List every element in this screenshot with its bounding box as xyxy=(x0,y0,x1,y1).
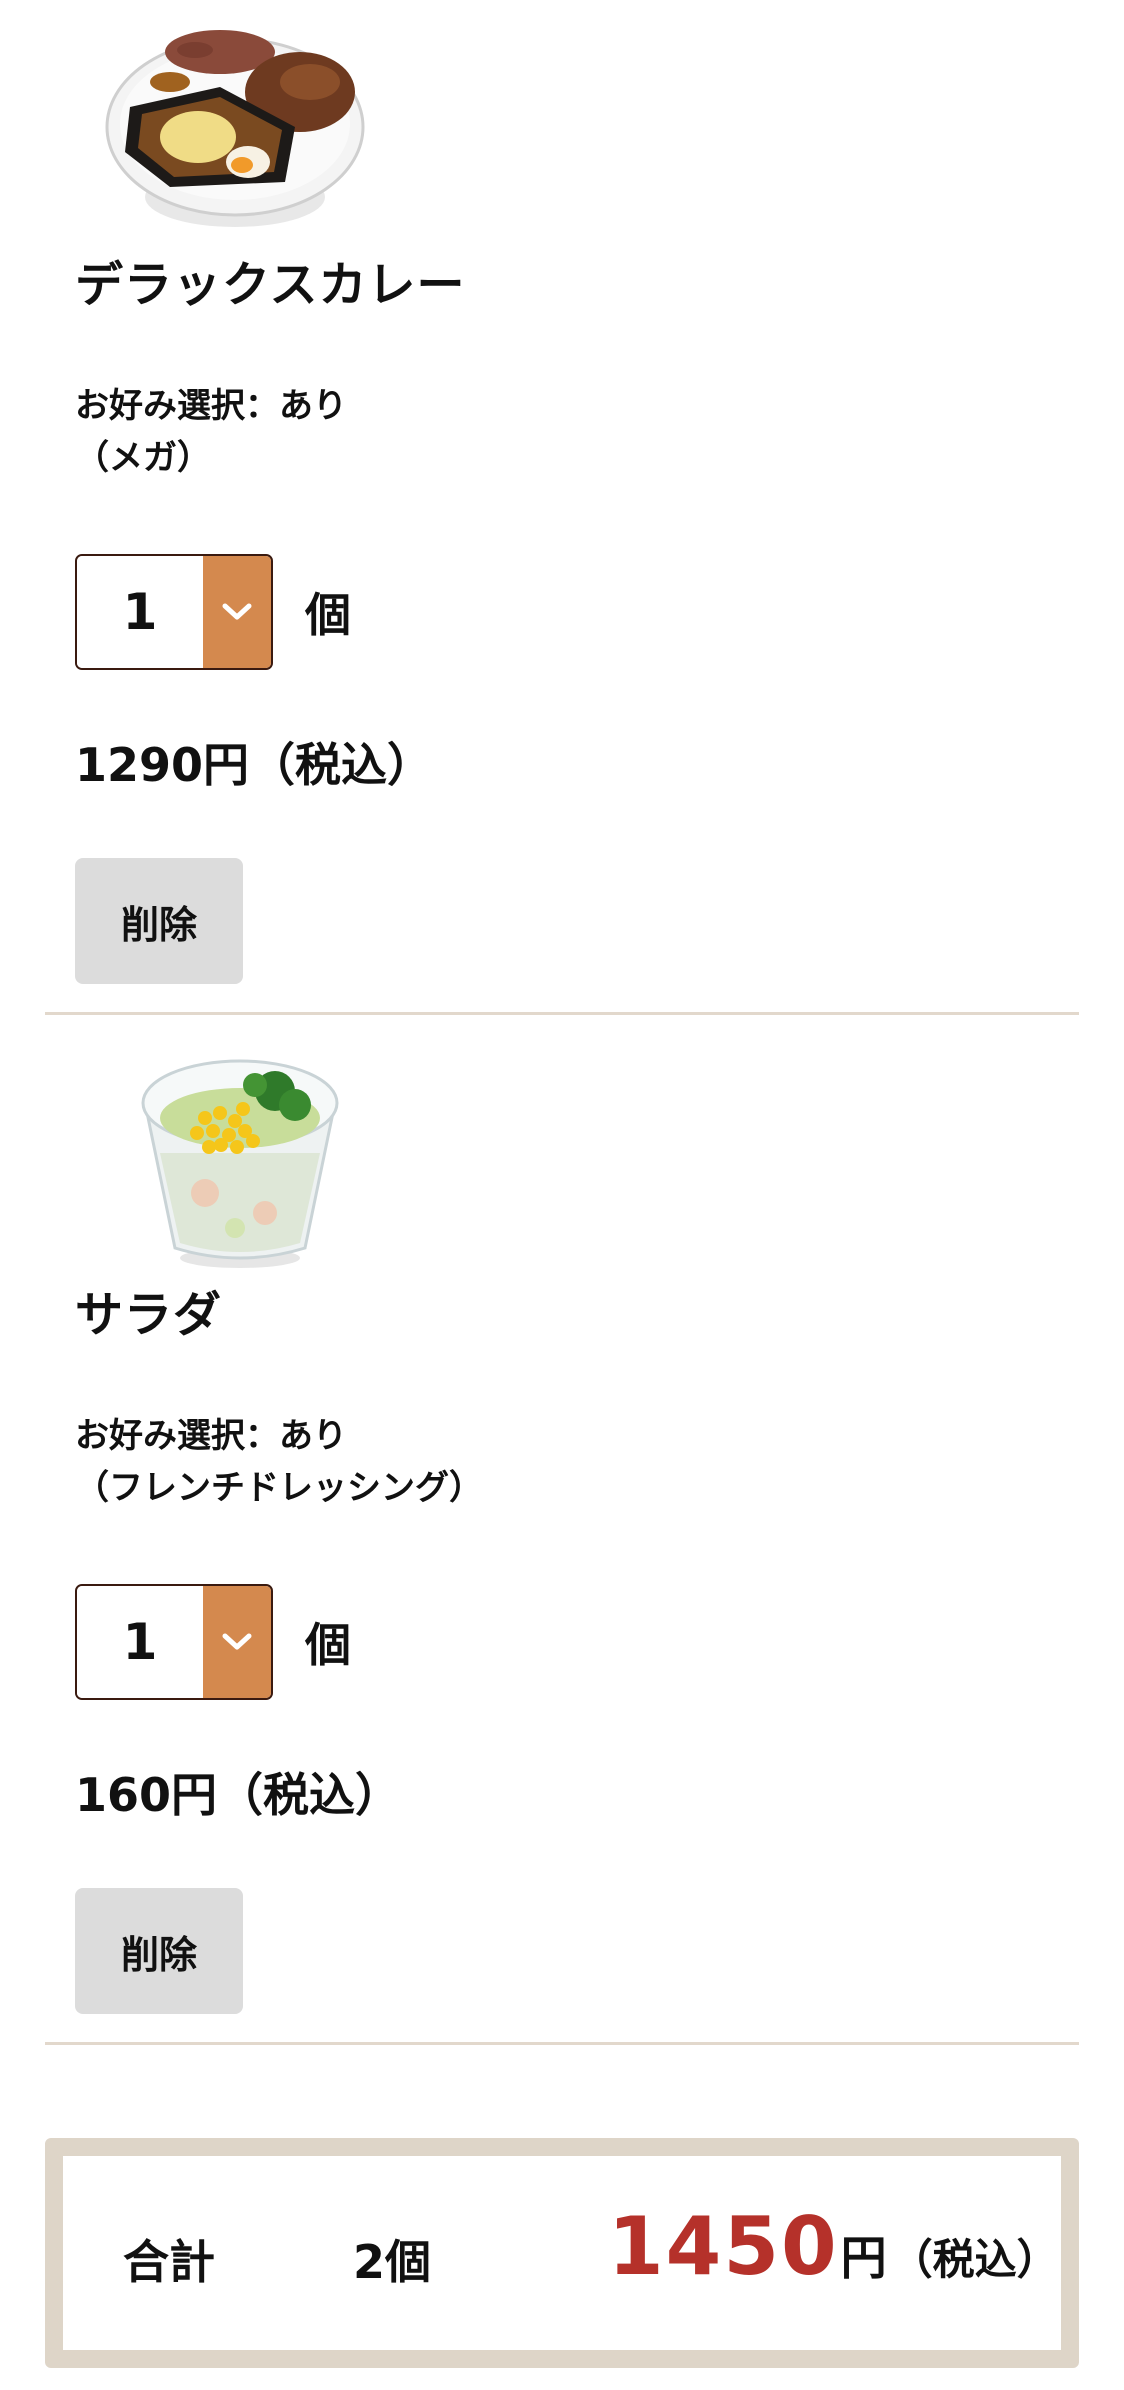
chevron-down-icon[interactable] xyxy=(203,1586,271,1698)
quantity-row: 1 個 xyxy=(75,552,351,672)
chevron-down-icon[interactable] xyxy=(203,556,271,668)
total-yen: 円 xyxy=(840,2231,887,2285)
quantity-select[interactable]: 1 xyxy=(75,1584,273,1700)
item-name: サラダ xyxy=(75,1287,223,1343)
quantity-unit: 個 xyxy=(305,588,351,642)
total-amount: 1450 xyxy=(608,2200,839,2293)
total-price: 1450 円 （税込） xyxy=(608,2200,1059,2293)
delete-button[interactable]: 削除 xyxy=(75,1888,243,2014)
delete-button[interactable]: 削除 xyxy=(75,858,243,984)
option-selection: お好み選択：あり xyxy=(75,386,347,426)
salad-cup-image xyxy=(141,1059,339,1268)
item-price: 160円（税込） xyxy=(75,1768,402,1822)
option-value: （メガ） xyxy=(75,438,211,478)
quantity-value: 1 xyxy=(77,1586,203,1698)
total-count: 2個 xyxy=(353,2235,432,2289)
cart-item: デラックスカレー お好み選択：あり （メガ） 1 個 1290円（税込） 削除 xyxy=(45,0,1079,1015)
item-options: お好み選択：あり （フレンチドレッシング） xyxy=(75,1410,483,1514)
quantity-select[interactable]: 1 xyxy=(75,554,273,670)
divider xyxy=(45,2042,1079,2045)
quantity-value: 1 xyxy=(77,556,203,668)
quantity-unit: 個 xyxy=(305,1618,351,1672)
option-selection: お好み選択：あり xyxy=(75,1416,347,1456)
item-name: デラックスカレー xyxy=(75,257,466,313)
total-label: 合計 xyxy=(123,2235,215,2289)
total-tax-note: （税込） xyxy=(890,2235,1059,2284)
order-summary: 合計 2個 1450 円 （税込） xyxy=(45,2138,1079,2368)
option-value: （フレンチドレッシング） xyxy=(75,1468,483,1508)
curry-bowl-image xyxy=(105,30,365,227)
item-price: 1290円（税込） xyxy=(75,738,434,792)
cart-item: サラダ お好み選択：あり （フレンチドレッシング） 1 個 160円（税込） 削… xyxy=(45,1015,1079,2045)
quantity-row: 1 個 xyxy=(75,1582,351,1702)
item-options: お好み選択：あり （メガ） xyxy=(75,380,347,484)
